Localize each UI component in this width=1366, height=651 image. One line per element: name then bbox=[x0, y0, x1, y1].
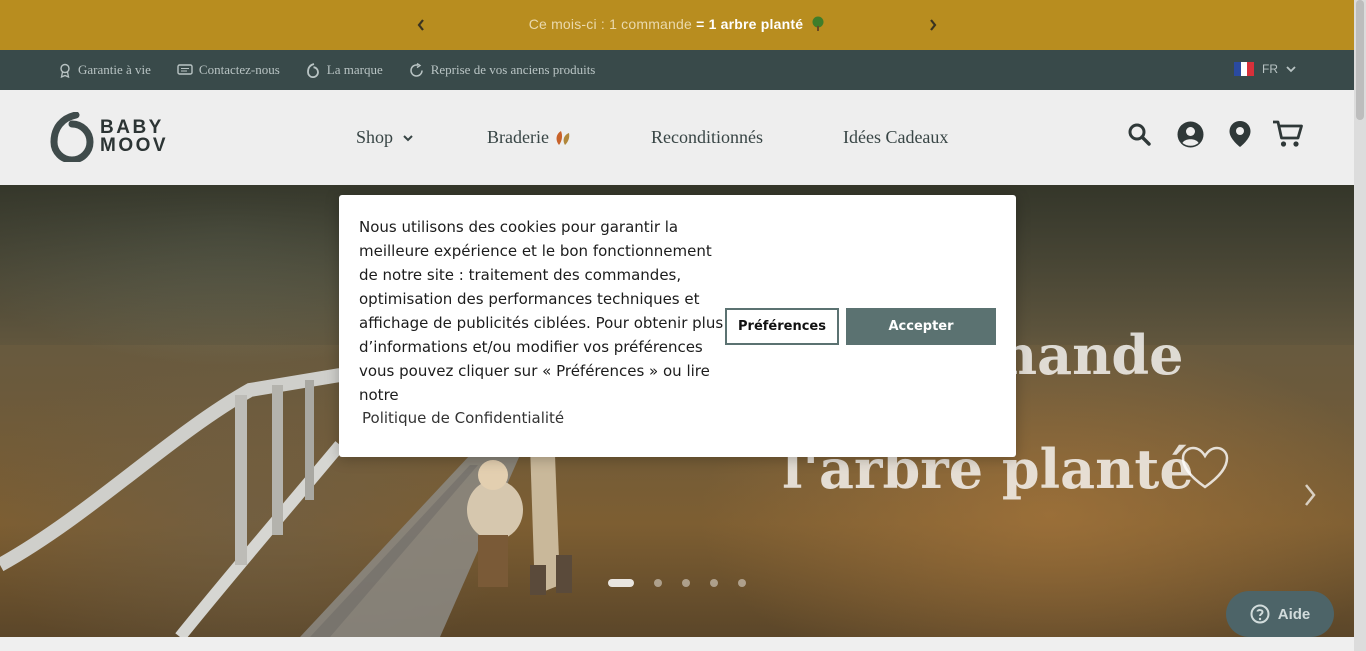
france-flag-icon bbox=[1234, 62, 1255, 76]
utility-contact-link[interactable]: Contactez-nous bbox=[177, 62, 280, 78]
nav-braderie[interactable]: Braderie bbox=[487, 127, 573, 148]
chevron-right-icon bbox=[930, 19, 937, 31]
help-label: Aide bbox=[1277, 605, 1311, 623]
help-button[interactable]: Aide bbox=[1226, 591, 1334, 637]
carousel-dot-4[interactable] bbox=[710, 579, 718, 587]
utility-brand-label: La marque bbox=[326, 62, 383, 77]
ribbon-badge-icon bbox=[60, 63, 70, 78]
language-label: FR bbox=[1262, 62, 1278, 76]
hero-next-button[interactable] bbox=[1300, 481, 1320, 513]
location-pin-icon bbox=[1229, 121, 1251, 147]
scrollbar-thumb[interactable] bbox=[1356, 0, 1364, 120]
babymoov-mark-icon bbox=[50, 112, 94, 162]
utility-brand-link[interactable]: La marque bbox=[306, 62, 383, 78]
carousel-dot-1[interactable] bbox=[608, 579, 634, 587]
nav-braderie-label: Braderie bbox=[487, 127, 549, 147]
nav-idees-cadeaux-label: Idées Cadeaux bbox=[842, 127, 949, 147]
babymoov-logo[interactable]: BABY MOOV bbox=[50, 112, 168, 162]
utility-bar: Garantie à vie Contactez-nous La marque … bbox=[0, 50, 1354, 90]
tree-emoji-icon bbox=[811, 16, 825, 34]
page-scrollbar[interactable] bbox=[1354, 0, 1366, 651]
page-content-start bbox=[0, 637, 1354, 651]
announcement-bar: Ce mois-ci : 1 commande = 1 arbre planté bbox=[0, 0, 1354, 50]
nav-idees-cadeaux[interactable]: Idées Cadeaux bbox=[843, 127, 948, 148]
language-selector[interactable]: FR bbox=[1234, 62, 1298, 76]
cart-icon bbox=[1273, 120, 1303, 147]
carousel-dot-3[interactable] bbox=[682, 579, 690, 587]
leaves-icon bbox=[556, 130, 570, 145]
utility-garantie-link[interactable]: Garantie à vie bbox=[58, 62, 151, 78]
cookie-accept-button[interactable]: Accepter bbox=[846, 308, 996, 345]
refresh-icon bbox=[410, 62, 423, 77]
nav-reconditionnes[interactable]: Reconditionnés bbox=[651, 127, 763, 148]
utility-reprise-label: Reprise de vos anciens produits bbox=[430, 62, 596, 77]
logo-line-2: MOOV bbox=[100, 135, 169, 156]
privacy-policy-link[interactable]: Politique de Confidentialité bbox=[362, 409, 564, 427]
announcement-prev-button[interactable] bbox=[411, 14, 431, 36]
utility-reprise-link[interactable]: Reprise de vos anciens produits bbox=[409, 62, 596, 78]
logo-wordmark: BABY MOOV bbox=[100, 118, 169, 156]
utility-garantie-label: Garantie à vie bbox=[78, 62, 151, 77]
carousel-dot-5[interactable] bbox=[738, 579, 746, 587]
site-header: BABY MOOV Shop Braderie Reconditionnés I… bbox=[0, 90, 1354, 185]
search-button[interactable] bbox=[1127, 122, 1151, 146]
header-icons bbox=[1127, 120, 1304, 148]
cart-button[interactable] bbox=[1272, 120, 1304, 148]
chevron-down-icon bbox=[403, 134, 413, 141]
account-button[interactable] bbox=[1177, 121, 1204, 148]
chevron-right-icon bbox=[1305, 484, 1316, 506]
cookie-consent-dialog: Nous utilisons des cookies pour garantir… bbox=[339, 195, 1016, 457]
announcement-text: Ce mois-ci : 1 commande bbox=[528, 16, 697, 32]
chat-bubble-icon bbox=[177, 63, 193, 75]
nav-reconditionnes-label: Reconditionnés bbox=[650, 127, 763, 147]
chevron-left-icon bbox=[417, 19, 424, 31]
announcement-message: Ce mois-ci : 1 commande = 1 arbre planté bbox=[529, 16, 826, 34]
store-locator-button[interactable] bbox=[1228, 120, 1252, 148]
question-circle-icon bbox=[1250, 604, 1270, 624]
nav-shop[interactable]: Shop bbox=[356, 127, 415, 148]
cookie-consent-text: Nous utilisons des cookies pour garantir… bbox=[359, 218, 724, 404]
search-icon bbox=[1128, 123, 1151, 146]
account-icon bbox=[1177, 121, 1204, 147]
heart-outline-icon bbox=[1181, 446, 1229, 489]
cookie-preferences-button[interactable]: Préférences bbox=[725, 308, 839, 345]
main-nav: Shop Braderie Reconditionnés Idées Cadea… bbox=[356, 90, 948, 185]
announcement-next-button[interactable] bbox=[923, 14, 943, 36]
nav-shop-label: Shop bbox=[356, 127, 394, 147]
chevron-down-icon bbox=[1286, 66, 1296, 73]
hero-carousel-dots bbox=[608, 579, 766, 587]
announcement-highlight: = 1 arbre planté bbox=[696, 16, 804, 32]
brand-logo-icon bbox=[306, 62, 319, 78]
carousel-dot-2[interactable] bbox=[654, 579, 662, 587]
utility-contact-label: Contactez-nous bbox=[198, 62, 280, 77]
